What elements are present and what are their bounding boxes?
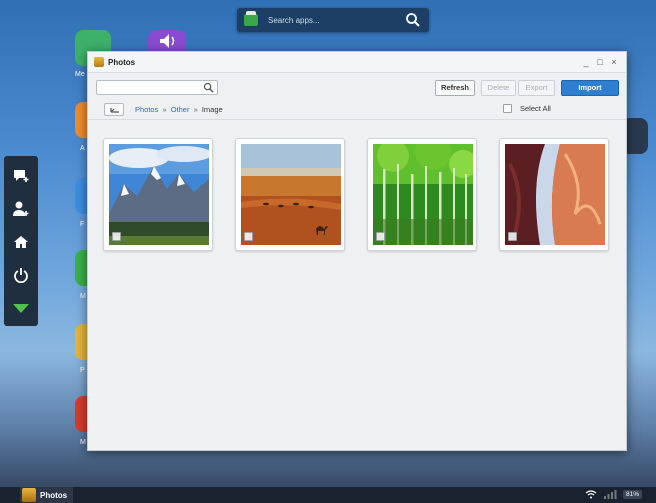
battery-indicator: 81% (622, 489, 642, 499)
import-button[interactable]: Import (561, 80, 619, 96)
breadcrumb-separator: » (162, 105, 167, 114)
select-all[interactable]: Select All (503, 104, 551, 113)
photo-search-input[interactable] (100, 84, 204, 99)
window-toolbar: Refresh Delete Export Import (88, 73, 626, 101)
taskbar: Photos 81% (0, 487, 656, 503)
close-button[interactable]: × (608, 55, 620, 69)
breadcrumb-separator: » (193, 105, 198, 114)
desktop-label: M (80, 293, 86, 300)
maximize-button[interactable]: □ (594, 55, 606, 69)
path-bar: Photos » Other » Image Select All (88, 101, 626, 120)
photos-window: Photos _ □ × Refresh Delete Export Impor… (87, 51, 627, 451)
photos-app-icon (94, 57, 104, 67)
system-tray: 81% (585, 489, 642, 499)
photo-card-forest[interactable] (367, 138, 477, 251)
window-title: Photos (108, 57, 136, 67)
delete-button[interactable]: Delete (481, 80, 516, 96)
desktop-label: M (80, 439, 86, 446)
breadcrumb: Photos » Other » Image (135, 105, 223, 114)
taskbar-app-label: Photos (40, 490, 68, 500)
photo-card-desert-camels[interactable] (235, 138, 345, 251)
chat-add-icon[interactable] (11, 166, 31, 186)
power-icon[interactable] (11, 265, 31, 285)
breadcrumb-other[interactable]: Other (171, 105, 190, 114)
photo-checkbox[interactable] (376, 232, 385, 241)
speaker-icon (160, 34, 175, 48)
down-arrow-icon[interactable] (11, 298, 31, 318)
select-all-label: Select All (520, 104, 551, 113)
photo-checkbox[interactable] (508, 232, 517, 241)
export-button[interactable]: Export (518, 80, 555, 96)
desktop-label: P (80, 367, 85, 374)
window-titlebar[interactable]: Photos _ □ × (88, 52, 626, 73)
desktop-label: Me (75, 71, 85, 78)
photos-app-icon (22, 488, 36, 502)
app-search-placeholder: Search apps... (268, 15, 320, 25)
minimize-button[interactable]: _ (580, 55, 592, 69)
photo-thumbnail[interactable] (241, 144, 341, 245)
back-button[interactable] (104, 103, 124, 116)
photo-card-canyon[interactable] (499, 138, 609, 251)
search-icon[interactable] (203, 82, 214, 93)
add-user-icon[interactable] (11, 199, 31, 219)
signal-icon (603, 490, 617, 499)
app-store-icon[interactable] (244, 11, 258, 26)
breadcrumb-current: Image (201, 105, 223, 114)
refresh-button[interactable]: Refresh (435, 80, 475, 96)
breadcrumb-photos[interactable]: Photos (135, 105, 158, 114)
wifi-icon[interactable] (585, 489, 597, 499)
photo-thumbnail[interactable] (373, 144, 473, 245)
photo-thumbnail[interactable] (109, 144, 209, 245)
photo-checkbox[interactable] (244, 232, 253, 241)
home-icon[interactable] (11, 232, 31, 252)
desktop-label: F (80, 221, 85, 228)
taskbar-app-photos[interactable]: Photos (20, 487, 74, 503)
search-icon[interactable] (405, 12, 421, 28)
photo-thumbnail[interactable] (505, 144, 605, 245)
side-dock (4, 156, 38, 326)
photo-card-mountains[interactable] (103, 138, 213, 251)
app-search-bar[interactable]: Search apps... (237, 8, 429, 32)
photo-search-box (96, 80, 218, 99)
back-arrow-icon (110, 107, 119, 113)
desktop-label: A (80, 145, 85, 152)
select-all-checkbox[interactable] (503, 104, 512, 113)
photo-checkbox[interactable] (112, 232, 121, 241)
